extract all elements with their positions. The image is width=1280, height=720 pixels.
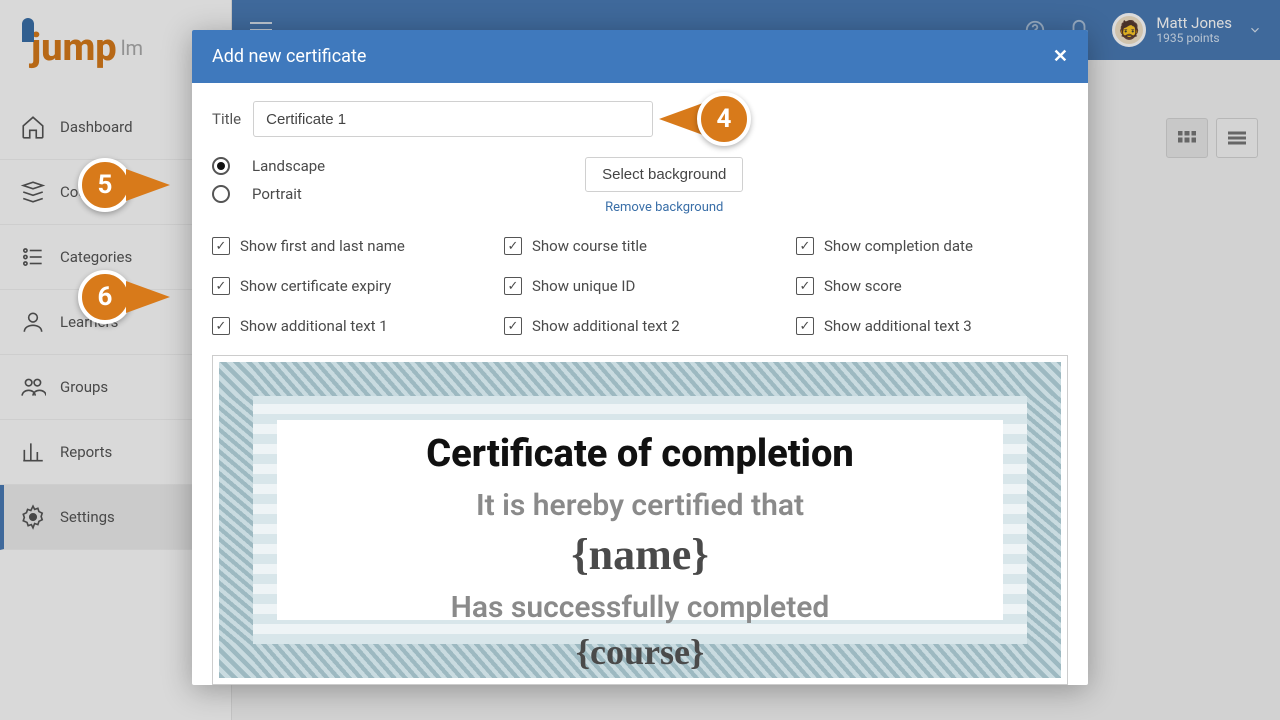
radio-icon bbox=[212, 185, 230, 203]
check-show-name[interactable]: Show first and last name bbox=[212, 237, 484, 255]
checkbox-icon bbox=[504, 277, 522, 295]
title-label: Title bbox=[212, 110, 241, 128]
checkbox-icon bbox=[504, 237, 522, 255]
close-icon[interactable]: ✕ bbox=[1053, 46, 1068, 67]
cert-sub1: It is hereby certified that bbox=[297, 488, 983, 523]
check-additional-text-1[interactable]: Show additional text 1 bbox=[212, 317, 484, 335]
checkbox-icon bbox=[212, 277, 230, 295]
modal-title: Add new certificate bbox=[212, 46, 366, 67]
checkbox-icon bbox=[796, 317, 814, 335]
check-show-unique-id[interactable]: Show unique ID bbox=[504, 277, 776, 295]
select-background-button[interactable]: Select background bbox=[585, 157, 743, 192]
check-show-expiry[interactable]: Show certificate expiry bbox=[212, 277, 484, 295]
orientation-landscape[interactable]: Landscape bbox=[212, 157, 325, 175]
options-grid: Show first and last name Show course tit… bbox=[212, 237, 1068, 335]
cert-heading: Certificate of completion bbox=[297, 432, 983, 476]
modal-header: Add new certificate ✕ bbox=[192, 30, 1088, 83]
orientation-radio-group: Landscape Portrait bbox=[212, 157, 325, 203]
add-certificate-modal: Add new certificate ✕ Title Landscape Po… bbox=[192, 30, 1088, 685]
checkbox-icon bbox=[796, 237, 814, 255]
checkbox-icon bbox=[796, 277, 814, 295]
cert-course-placeholder: {course} bbox=[297, 631, 983, 673]
radio-icon bbox=[212, 157, 230, 175]
certificate-title-input[interactable] bbox=[253, 101, 653, 137]
checkbox-icon bbox=[504, 317, 522, 335]
remove-background-link[interactable]: Remove background bbox=[605, 200, 723, 215]
check-show-completion-date[interactable]: Show completion date bbox=[796, 237, 1068, 255]
check-show-course-title[interactable]: Show course title bbox=[504, 237, 776, 255]
check-additional-text-3[interactable]: Show additional text 3 bbox=[796, 317, 1068, 335]
orientation-portrait[interactable]: Portrait bbox=[212, 185, 325, 203]
check-additional-text-2[interactable]: Show additional text 2 bbox=[504, 317, 776, 335]
cert-name-placeholder: {name} bbox=[297, 529, 983, 580]
certificate-preview: Certificate of completion It is hereby c… bbox=[212, 355, 1068, 685]
checkbox-icon bbox=[212, 237, 230, 255]
cert-sub2: Has successfully completed bbox=[297, 590, 983, 625]
check-show-score[interactable]: Show score bbox=[796, 277, 1068, 295]
checkbox-icon bbox=[212, 317, 230, 335]
